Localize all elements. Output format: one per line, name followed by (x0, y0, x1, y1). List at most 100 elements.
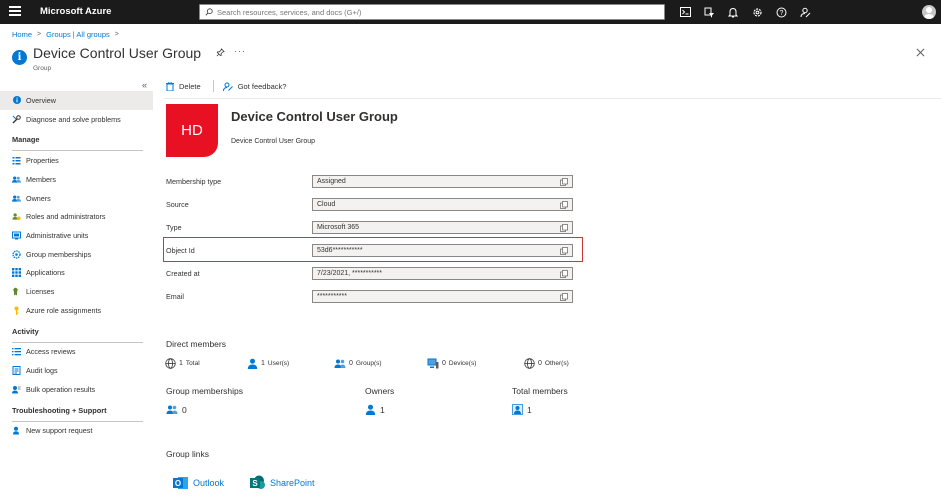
section-manage: Manage (12, 135, 40, 145)
sidebar-item-owners[interactable]: Owners (0, 189, 153, 208)
created-at-field[interactable]: 7/23/2021, *********** (312, 267, 573, 280)
stat-total[interactable]: 1 Total (165, 358, 200, 369)
feedback-icon[interactable] (799, 6, 811, 18)
total-members-count: 1 (527, 404, 532, 415)
sharepoint-icon: S (250, 475, 265, 489)
total-members-stat[interactable]: 1 (512, 404, 532, 415)
sidebar-item-group-memberships[interactable]: Group memberships (0, 245, 153, 264)
svg-text:S: S (252, 479, 258, 488)
stat-others-count: 0 (538, 360, 542, 367)
pin-icon[interactable] (216, 48, 225, 57)
license-icon (12, 287, 21, 296)
stat-devices-count: 0 (442, 360, 446, 367)
source-field[interactable]: Cloud (312, 198, 573, 211)
sidebar-item-label: Diagnose and solve problems (26, 114, 121, 124)
group-memberships-stat[interactable]: 0 (166, 404, 187, 415)
notifications-icon[interactable] (727, 6, 739, 18)
wrench-icon (12, 114, 21, 124)
sidebar-item-members[interactable]: Members (0, 170, 153, 189)
sidebar-item-label: Access reviews (26, 347, 76, 357)
sidebar-item-label: Group memberships (26, 249, 92, 259)
chevron-right-icon: > (37, 31, 42, 38)
sidebar-item-applications[interactable]: Applications (0, 264, 153, 283)
info-icon: i (12, 50, 27, 65)
cloud-shell-icon[interactable] (679, 6, 691, 18)
close-icon[interactable] (916, 48, 925, 57)
sidebar-item-bulk-operation-results[interactable]: Bulk operation results (0, 380, 153, 399)
sidebar-item-azure-role-assignments[interactable]: Azure role assignments (0, 301, 153, 320)
sidebar-item-roles[interactable]: Roles and administrators (0, 207, 153, 226)
copy-icon[interactable] (560, 293, 568, 301)
copy-icon[interactable] (560, 270, 568, 278)
owners-title: Owners (365, 386, 395, 396)
type-field[interactable]: Microsoft 365 (312, 221, 573, 234)
copy-icon[interactable] (560, 247, 568, 255)
sidebar-item-admin-units[interactable]: Administrative units (0, 226, 153, 245)
section-troubleshooting: Troubleshooting + Support (12, 405, 107, 415)
search-input[interactable] (217, 6, 657, 18)
more-options-icon[interactable]: ··· (234, 46, 246, 56)
hamburger-menu-icon[interactable] (9, 6, 21, 18)
sidebar-item-overview[interactable]: Overview (0, 91, 153, 110)
feedback-button[interactable]: Got feedback? (222, 81, 287, 91)
direct-members-title: Direct members (166, 339, 226, 349)
total-members-title: Total members (512, 386, 568, 396)
copy-icon[interactable] (560, 201, 568, 209)
copy-icon[interactable] (560, 178, 568, 186)
source-value: Cloud (317, 201, 336, 208)
group-memberships-count: 0 (182, 404, 187, 415)
stat-devices[interactable]: 0 Device(s) (427, 358, 476, 369)
members-icon (12, 175, 21, 184)
group-icon (166, 405, 178, 414)
delete-button[interactable]: Delete (166, 81, 201, 91)
sidebar-item-label: Bulk operation results (26, 384, 96, 394)
settings-gear-icon[interactable] (751, 6, 763, 18)
owners-stat[interactable]: 1 (365, 404, 385, 415)
membership-type-value: Assigned (317, 178, 346, 185)
sidebar-item-label: Overview (26, 95, 56, 105)
sidebar-item-properties[interactable]: Properties (0, 151, 153, 170)
top-bar: Microsoft Azure ? (0, 0, 941, 24)
membership-type-field[interactable]: Assigned (312, 175, 573, 188)
page-subtitle: Group (33, 65, 52, 72)
stat-others-label: Other(s) (544, 360, 569, 367)
stat-groups-label: Group(s) (355, 360, 382, 367)
breadcrumb-groups[interactable]: Groups | All groups (46, 30, 110, 39)
sidebar-item-label: Licenses (26, 287, 55, 297)
command-bar: Delete Got feedback? (166, 80, 286, 92)
help-icon[interactable]: ? (775, 6, 787, 18)
outlook-link[interactable]: O Outlook (173, 475, 224, 491)
stat-groups[interactable]: 0 Group(s) (334, 358, 382, 369)
sidebar-item-licenses[interactable]: Licenses (0, 282, 153, 301)
sidebar-item-label: Properties (26, 156, 59, 166)
created-at-value: 7/23/2021, *********** (317, 270, 382, 277)
stat-others[interactable]: 0 Other(s) (524, 358, 569, 369)
bulk-icon (12, 385, 21, 394)
sidebar-item-audit-logs[interactable]: Audit logs (0, 361, 153, 380)
device-icon (427, 358, 439, 369)
search-icon (205, 8, 213, 16)
feedback-label: Got feedback? (237, 81, 287, 91)
membership-type-label: Membership type (166, 177, 222, 186)
user-icon (365, 404, 376, 415)
email-field[interactable]: *********** (312, 290, 573, 303)
brand-name[interactable]: Microsoft Azure (40, 6, 111, 17)
svg-text:O: O (175, 479, 181, 488)
sidebar-item-access-reviews[interactable]: Access reviews (0, 343, 153, 362)
directory-filter-icon[interactable] (703, 6, 715, 18)
sidebar-item-new-support-request[interactable]: New support request (0, 422, 153, 441)
object-id-field[interactable]: 53d6*********** (312, 244, 573, 257)
gear-icon (12, 250, 21, 259)
roles-icon (12, 212, 21, 221)
user-avatar[interactable] (922, 5, 936, 19)
sharepoint-link[interactable]: S SharePoint (250, 475, 315, 491)
feedback-icon (222, 82, 233, 91)
stat-users[interactable]: 1 User(s) (247, 358, 289, 369)
copy-icon[interactable] (560, 224, 568, 232)
collapse-sidebar-icon[interactable]: « (142, 80, 147, 90)
sidebar-item-diagnose[interactable]: Diagnose and solve problems (0, 110, 153, 129)
sidebar-item-label: Roles and administrators (26, 212, 106, 222)
object-id-value: 53d6*********** (317, 247, 363, 254)
search-box[interactable] (199, 4, 665, 20)
breadcrumb-home[interactable]: Home (12, 30, 32, 39)
